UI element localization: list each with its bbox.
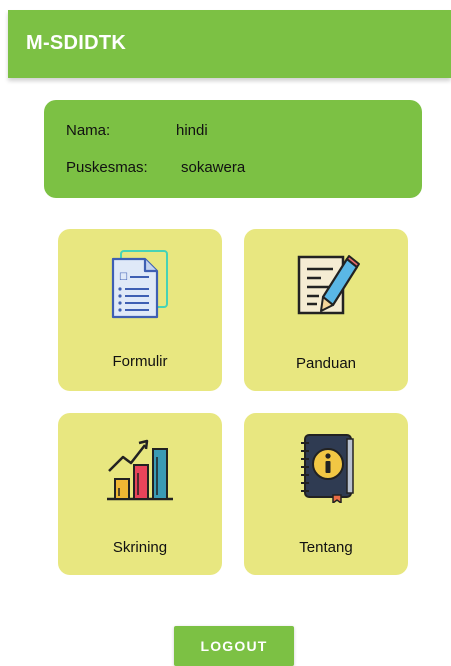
menu-card-panduan[interactable]: Panduan	[244, 229, 408, 391]
nama-value: hindi	[176, 122, 208, 139]
menu-label-panduan: Panduan	[295, 355, 357, 372]
guide-pencil-icon	[297, 255, 360, 315]
nama-label: Nama:	[66, 122, 111, 139]
puskesmas-value: sokawera	[181, 159, 246, 176]
svg-text:☐: ☐	[119, 272, 128, 283]
logout-button[interactable]: LOGOUT	[174, 626, 294, 666]
app-title: M-SDIDTK	[26, 32, 127, 54]
user-info-card: Nama: hindi Puskesmas: sokawera	[44, 100, 422, 198]
menu-card-tentang[interactable]: Tentang	[244, 413, 408, 575]
puskesmas-label: Puskesmas:	[66, 159, 148, 176]
menu-card-formulir[interactable]: ☐ Formulir	[58, 229, 222, 391]
bar-chart-growth-icon	[107, 439, 173, 501]
menu-card-skrining[interactable]: Skrining	[58, 413, 222, 575]
info-book-icon	[301, 434, 354, 503]
menu-label-tentang: Tentang	[299, 539, 353, 556]
document-form-icon: ☐	[111, 250, 168, 319]
app-bar: M-SDIDTK	[8, 10, 451, 78]
menu-label-skrining: Skrining	[112, 539, 168, 556]
menu-label-formulir: Formulir	[112, 353, 168, 370]
